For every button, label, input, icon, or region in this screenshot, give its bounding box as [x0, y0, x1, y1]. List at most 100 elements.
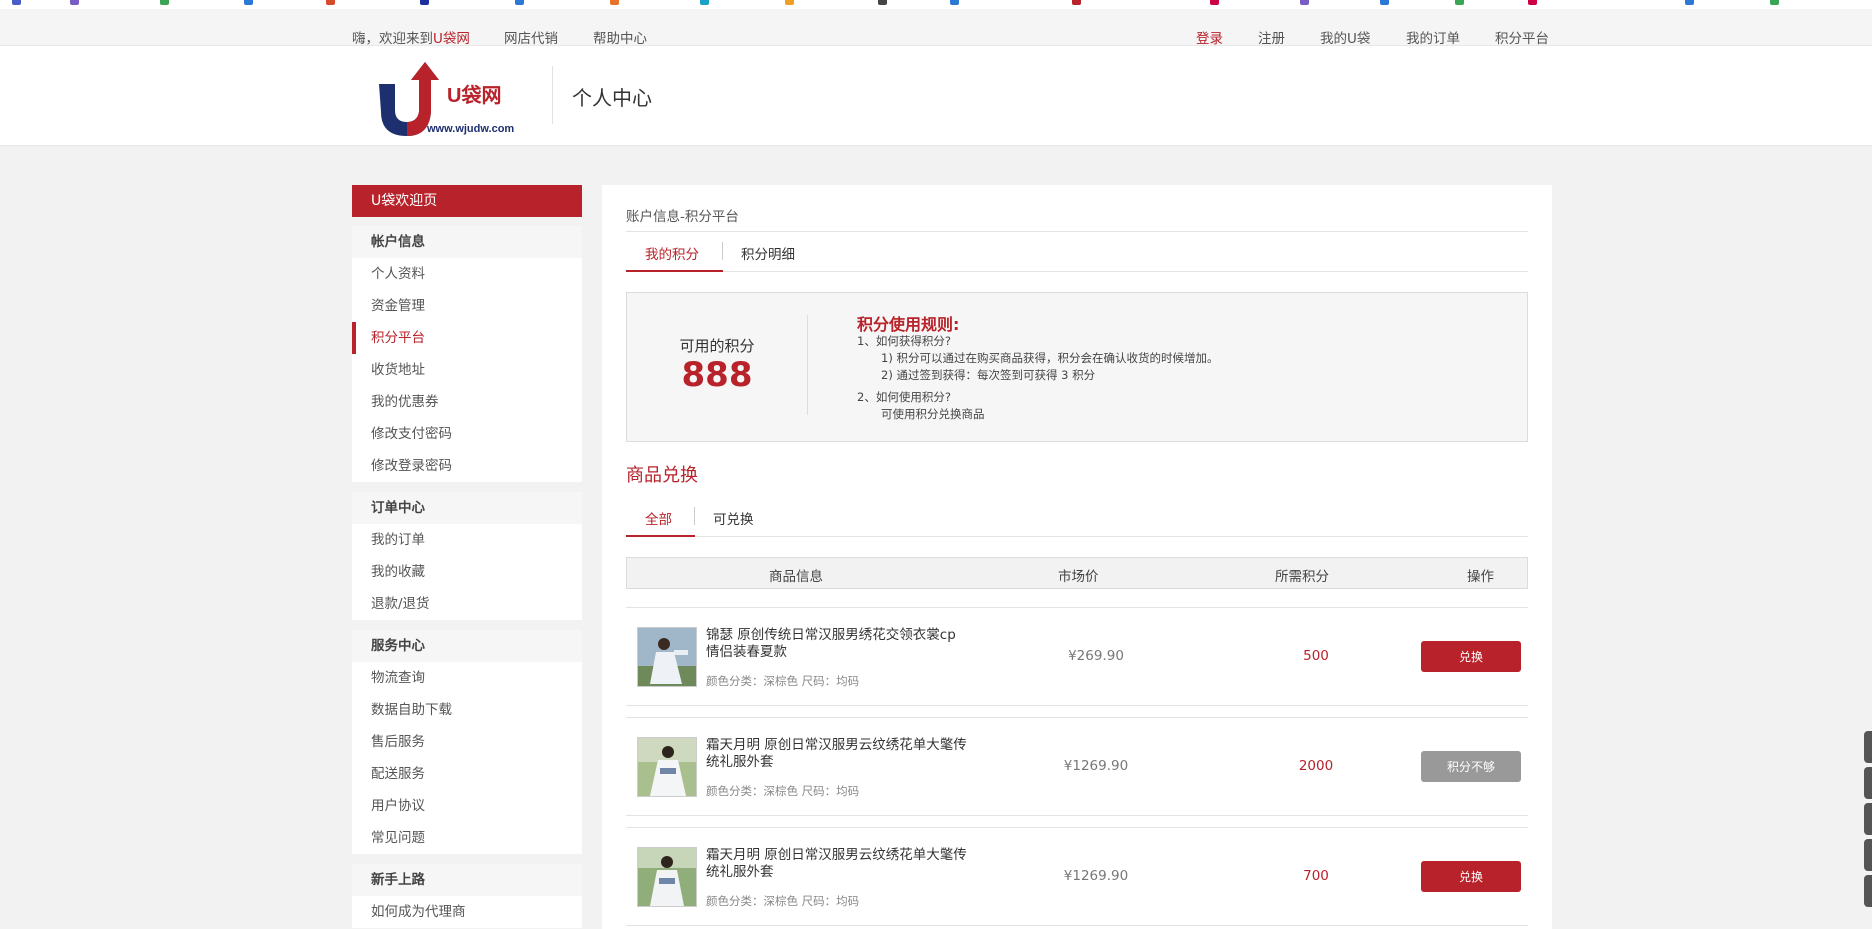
tab-exchangeable[interactable]: 可兑换 [713, 508, 754, 528]
my-orders-link[interactable]: 我的订单 [1406, 27, 1460, 47]
bookmark-icon[interactable] [878, 0, 887, 5]
required-points: 2000 [1298, 758, 1334, 774]
tab-my-points[interactable]: 我的积分 [645, 243, 699, 263]
tab-separator [722, 242, 723, 260]
sidebar-item-address[interactable]: 收货地址 [352, 354, 582, 386]
sidebar-group-orders: 我的订单 我的收藏 退款/退货 [352, 524, 582, 620]
bookmark-icon[interactable] [515, 0, 524, 5]
exchange-button[interactable]: 兑换 [1421, 641, 1521, 672]
rule-line: 1) 积分可以通过在购买商品获得，积分会在确认收货的时候增加。 [881, 351, 1219, 365]
row-divider [626, 827, 1528, 828]
top-link-dropship[interactable]: 网店代销 [504, 27, 558, 47]
rule-line: 1、如何获得积分? [857, 334, 951, 348]
points-divider [807, 315, 808, 415]
sidebar-item-my-orders[interactable]: 我的订单 [352, 524, 582, 556]
floating-toolbar-tab[interactable] [1864, 731, 1872, 763]
logo-url-text: www.wjudw.com [426, 123, 514, 135]
section-title: 帐户信息 [371, 234, 425, 250]
login-link[interactable]: 登录 [1196, 27, 1223, 47]
rule-line: 可使用积分兑换商品 [881, 407, 985, 421]
exchange-button[interactable]: 兑换 [1421, 861, 1521, 892]
required-points: 500 [1303, 648, 1329, 664]
insufficient-points-button[interactable]: 积分不够 [1421, 751, 1521, 782]
products-table-header: 商品信息 市场价 所需积分 操作 [626, 557, 1528, 589]
sidebar-item-funds[interactable]: 资金管理 [352, 290, 582, 322]
bookmark-icon[interactable] [700, 0, 709, 5]
bookmark-icon[interactable] [1528, 0, 1537, 5]
points-summary-box: 可用的积分 888 积分使用规则: 1、如何获得积分? 1) 积分可以通过在购买… [626, 292, 1528, 442]
breadcrumb: 账户信息-积分平台 [626, 209, 739, 225]
bookmark-icon[interactable] [1210, 0, 1219, 5]
bookmark-icon[interactable] [1300, 0, 1309, 5]
column-header-required-points: 所需积分 [1275, 569, 1329, 585]
sidebar-item-agreement[interactable]: 用户协议 [352, 790, 582, 822]
sidebar-item-delivery[interactable]: 配送服务 [352, 758, 582, 790]
my-udai-link[interactable]: 我的U袋 [1320, 27, 1370, 47]
sidebar-item-pay-password[interactable]: 修改支付密码 [352, 418, 582, 450]
greeting-brand-link[interactable]: U袋网 [433, 31, 470, 47]
sidebar-item-coupons[interactable]: 我的优惠券 [352, 386, 582, 418]
table-row: 霜天月明 原创日常汉服男云纹绣花单大氅传统礼服外套 颜色分类：深棕色 尺码：均码… [626, 827, 1528, 927]
sidebar-item-favorites[interactable]: 我的收藏 [352, 556, 582, 588]
bookmark-icon[interactable] [1380, 0, 1389, 5]
bookmark-icon[interactable] [12, 0, 21, 5]
bookmark-icon[interactable] [785, 0, 794, 5]
sidebar-item-refunds[interactable]: 退款/退货 [352, 588, 582, 620]
sidebar-welcome-label: U袋欢迎页 [371, 193, 438, 209]
table-row: 锦瑟 原创传统日常汉服男绣花交领衣裳cp情侣装春夏款 颜色分类：深棕色 尺码：均… [626, 607, 1528, 707]
row-divider [626, 717, 1528, 718]
bookmark-icon[interactable] [1072, 0, 1081, 5]
column-header-action: 操作 [1467, 569, 1494, 585]
floating-toolbar-tab[interactable] [1864, 875, 1872, 907]
sidebar-item-after-sales[interactable]: 售后服务 [352, 726, 582, 758]
bookmark-icon[interactable] [70, 0, 79, 5]
bookmark-icon[interactable] [1770, 0, 1779, 5]
bookmark-icon[interactable] [160, 0, 169, 5]
product-name[interactable]: 霜天月明 原创日常汉服男云纹绣花单大氅传统礼服外套 [706, 737, 968, 771]
tab-active-indicator [626, 270, 723, 272]
rule-line: 2、如何使用积分? [857, 390, 951, 404]
bookmark-icon[interactable] [326, 0, 335, 5]
bookmark-icon[interactable] [244, 0, 253, 5]
sidebar-item-profile[interactable]: 个人资料 [352, 258, 582, 290]
column-header-market-price: 市场价 [1058, 569, 1099, 585]
product-thumbnail[interactable] [637, 627, 697, 687]
tab-exchange-all[interactable]: 全部 [645, 508, 672, 528]
product-name[interactable]: 霜天月明 原创日常汉服男云纹绣花单大氅传统礼服外套 [706, 847, 968, 881]
floating-toolbar-tab[interactable] [1864, 803, 1872, 835]
sidebar-item-logistics[interactable]: 物流查询 [352, 662, 582, 694]
top-link-help[interactable]: 帮助中心 [593, 27, 647, 47]
bookmark-icon[interactable] [950, 0, 959, 5]
section-title: 服务中心 [371, 638, 425, 654]
floating-toolbar-tab[interactable] [1864, 839, 1872, 871]
row-divider [626, 925, 1528, 926]
floating-toolbar-tab[interactable] [1864, 767, 1872, 799]
points-platform-link[interactable]: 积分平台 [1495, 27, 1549, 47]
table-row: 霜天月明 原创日常汉服男云纹绣花单大氅传统礼服外套 颜色分类：深棕色 尺码：均码… [626, 717, 1528, 817]
logo-brand-text: U袋网 [447, 83, 501, 107]
product-name[interactable]: 锦瑟 原创传统日常汉服男绣花交领衣裳cp情侣装春夏款 [706, 627, 968, 661]
required-points: 700 [1303, 868, 1329, 884]
sidebar-item-become-agent[interactable]: 如何成为代理商 [352, 896, 582, 928]
register-link[interactable]: 注册 [1258, 27, 1285, 47]
sidebar-item-data-download[interactable]: 数据自助下载 [352, 694, 582, 726]
sidebar-item-points[interactable]: 积分平台 [352, 322, 582, 354]
bookmark-icon[interactable] [610, 0, 619, 5]
bookmark-icon[interactable] [1455, 0, 1464, 5]
top-utility-bar: 嗨，欢迎来到U袋网 网店代销 帮助中心 登录 注册 我的U袋 我的订单 积分平台 [0, 9, 1872, 47]
bookmark-icon[interactable] [1685, 0, 1694, 5]
row-divider [626, 705, 1528, 706]
product-variant: 颜色分类：深棕色 尺码：均码 [706, 674, 860, 688]
sidebar-item-login-password[interactable]: 修改登录密码 [352, 450, 582, 482]
product-thumbnail[interactable] [637, 847, 697, 907]
sidebar-section-orders: 订单中心 [352, 492, 582, 524]
site-logo[interactable]: U袋网 www.wjudw.com [375, 60, 535, 140]
product-thumbnail[interactable] [637, 737, 697, 797]
sidebar-section-newbie: 新手上路 [352, 864, 582, 896]
greeting-text: 嗨，欢迎来到 [352, 31, 433, 47]
rule-line: 2) 通过签到获得：每次签到可获得 3 积分 [881, 368, 1096, 382]
sidebar-welcome-item[interactable]: U袋欢迎页 [352, 185, 582, 217]
tab-points-detail[interactable]: 积分明细 [741, 243, 795, 263]
sidebar-item-faq[interactable]: 常见问题 [352, 822, 582, 854]
bookmark-icon[interactable] [420, 0, 429, 5]
